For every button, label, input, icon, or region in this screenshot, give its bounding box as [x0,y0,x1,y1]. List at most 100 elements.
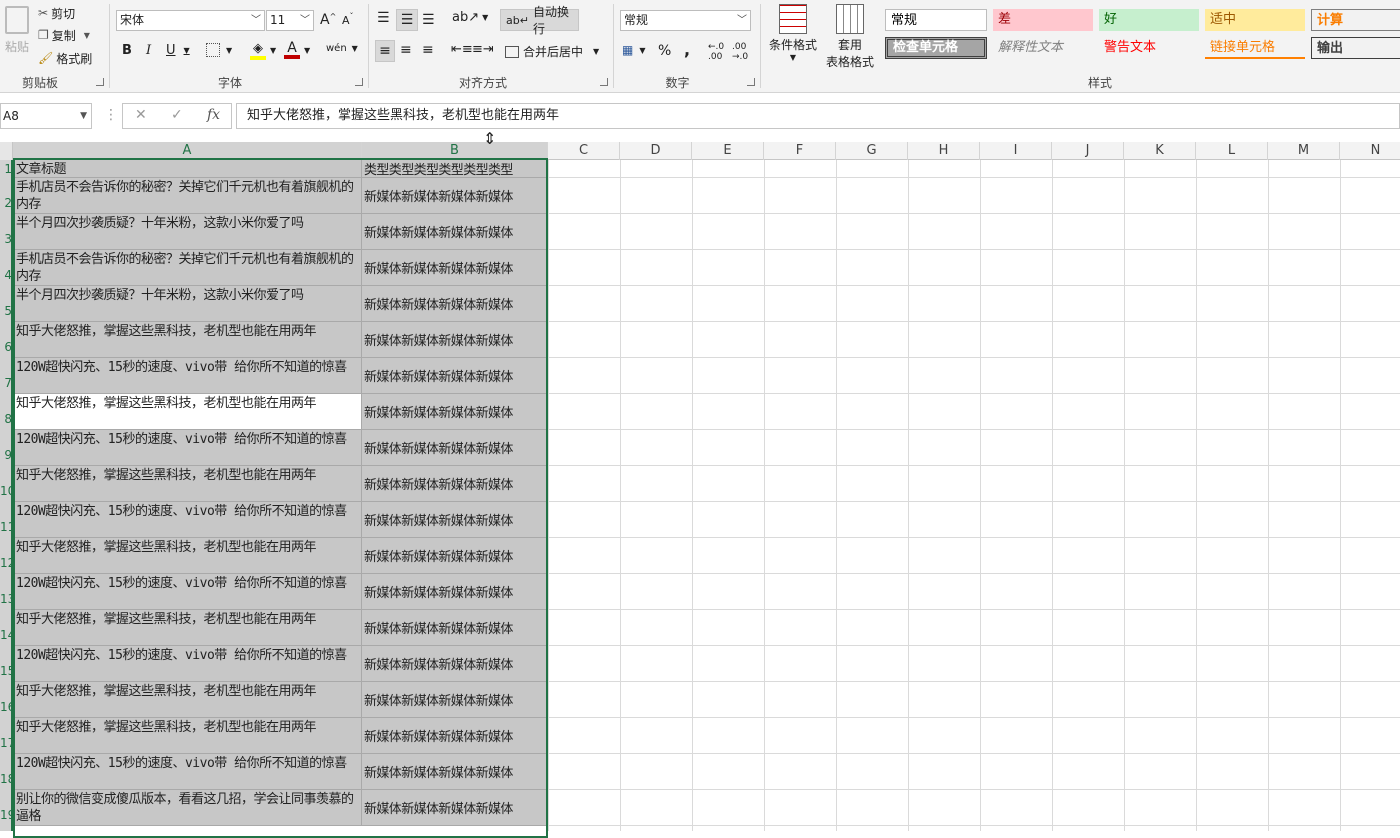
cell-style-chip[interactable]: 解释性文本 [993,37,1093,59]
cell-b[interactable]: 新媒体新媒体新媒体新媒体 [362,754,548,790]
font-launcher-icon[interactable] [355,78,363,86]
column-header-j[interactable]: J [1052,142,1124,160]
cell-style-chip[interactable]: 常规 [885,9,987,31]
number-launcher-icon[interactable] [747,78,755,86]
column-header-d[interactable]: D [620,142,692,160]
percent-button[interactable]: % [658,43,671,59]
font-color-dropdown[interactable]: ▼ [304,46,310,55]
column-header-a[interactable]: A [13,142,362,160]
column-header-e[interactable]: E [692,142,764,160]
align-center-button[interactable]: ≡ [400,42,412,58]
cancel-icon[interactable]: ✕ [135,107,147,123]
column-header-b[interactable]: B [362,142,548,160]
cell-style-chip[interactable]: 链接单元格 [1205,37,1305,59]
row-header[interactable]: 10 [0,466,11,502]
row-header[interactable]: 1 [0,160,11,178]
font-color-button[interactable]: A [284,41,300,59]
row-header[interactable]: 18 [0,754,11,790]
row-header[interactable]: 2 [0,178,11,214]
increase-decimal-button[interactable]: ←.0.00 [708,42,724,62]
row-header[interactable]: 12 [0,538,11,574]
font-size-select[interactable]: 11 ﹀ [266,10,314,31]
cell-b[interactable]: 新媒体新媒体新媒体新媒体 [362,718,548,754]
align-right-button[interactable]: ≡ [422,42,434,58]
cell-a[interactable]: 知乎大佬怒推，掌握这些黑科技，老机型也能在用两年 [13,394,362,430]
row-header[interactable]: 16 [0,682,11,718]
column-header-h[interactable]: H [908,142,980,160]
cell-a[interactable]: 别让你的微信变成傻瓜版本，看看这几招，学会让同事羡慕的逼格 [13,790,362,826]
shrink-font-button[interactable]: Aˇ [342,12,354,27]
align-bottom-button[interactable]: ☰ [422,12,435,28]
cell-b[interactable]: 新媒体新媒体新媒体新媒体 [362,178,548,214]
cell-b[interactable]: 新媒体新媒体新媒体新媒体 [362,574,548,610]
column-header-l[interactable]: L [1196,142,1268,160]
format-as-table-button[interactable]: 套用 表格格式 [820,4,880,70]
cell-grid[interactable]: 文章标题 类型类型类型类型类型类型 手机店员不会告诉你的秘密？关掉它们千元机也有着旗… [13,160,1400,831]
format-painter-button[interactable]: 🖌 格式刷 [38,49,92,67]
column-header-i[interactable]: I [980,142,1052,160]
cut-button[interactable]: ✂ 剪切 [38,4,75,22]
conditional-formatting-button[interactable]: 条件格式 ▼ [766,4,820,62]
cell-a[interactable]: 知乎大佬怒推，掌握这些黑科技，老机型也能在用两年 [13,610,362,646]
cell-a[interactable]: 知乎大佬怒推，掌握这些黑科技，老机型也能在用两年 [13,538,362,574]
column-header-c[interactable]: C [548,142,620,160]
cell-style-chip[interactable]: 适中 [1205,9,1305,31]
fill-color-dropdown[interactable]: ▼ [270,46,276,55]
name-box[interactable]: A8 ▼ [0,103,92,129]
alignment-launcher-icon[interactable] [600,78,608,86]
row-header[interactable]: 15 [0,646,11,682]
align-left-button[interactable]: ≡ [375,40,395,62]
row-header[interactable]: 19 [0,790,11,826]
cell-b[interactable]: 新媒体新媒体新媒体新媒体 [362,682,548,718]
fill-color-button[interactable]: ◈ [250,41,266,60]
phonetic-button[interactable]: wén ▼ [326,43,358,54]
cell-b[interactable]: 新媒体新媒体新媒体新媒体 [362,610,548,646]
cell-a[interactable]: 知乎大佬怒推，掌握这些黑科技，老机型也能在用两年 [13,682,362,718]
border-button[interactable]: ▼ [206,43,232,57]
cell-b[interactable]: 新媒体新媒体新媒体新媒体 [362,214,548,250]
column-header-m[interactable]: M [1268,142,1340,160]
italic-button[interactable]: I [146,43,151,58]
enter-icon[interactable]: ✓ [171,107,183,123]
decrease-decimal-button[interactable]: .00 →.0 [732,42,748,62]
cell-b[interactable]: 新媒体新媒体新媒体新媒体 [362,250,548,286]
cell-a[interactable]: 手机店员不会告诉你的秘密？关掉它们千元机也有着旗舰机的内存 [13,250,362,286]
column-header-k[interactable]: K [1124,142,1196,160]
cell-a[interactable]: 知乎大佬怒推，掌握这些黑科技，老机型也能在用两年 [13,466,362,502]
accounting-format-button[interactable]: ▦ ▼ [622,43,646,57]
row-header[interactable]: 4 [0,250,11,286]
row-header[interactable]: 17 [0,718,11,754]
cell-style-chip[interactable]: 警告文本 [1099,37,1199,59]
cell-a[interactable]: 半个月四次抄袭质疑？十年米粉，这款小米你爱了吗 [13,214,362,250]
cell-b[interactable]: 新媒体新媒体新媒体新媒体 [362,646,548,682]
increase-indent-button[interactable]: ≡⇥ [472,42,494,57]
cell-b[interactable]: 新媒体新媒体新媒体新媒体 [362,790,548,826]
cell-a[interactable]: 手机店员不会告诉你的秘密？关掉它们千元机也有着旗舰机的内存 [13,178,362,214]
copy-button[interactable]: ❐ 复制 ▼ [38,26,90,44]
cell-style-chip[interactable]: 检查单元格 [885,37,987,59]
cell-b[interactable]: 新媒体新媒体新媒体新媒体 [362,322,548,358]
cell-b[interactable]: 类型类型类型类型类型类型 [362,160,548,178]
paste-button[interactable]: 粘贴 [0,4,34,66]
row-header[interactable]: 5 [0,286,11,322]
cell-a[interactable]: 120W超快闪充、15秒的速度、vivo带 给你所不知道的惊喜 [13,358,362,394]
cell-a[interactable]: 120W超快闪充、15秒的速度、vivo带 给你所不知道的惊喜 [13,754,362,790]
column-header-g[interactable]: G [836,142,908,160]
row-header[interactable]: 7 [0,358,11,394]
cell-a[interactable]: 120W超快闪充、15秒的速度、vivo带 给你所不知道的惊喜 [13,646,362,682]
row-header[interactable]: 8 [0,394,11,430]
clipboard-launcher-icon[interactable] [96,78,104,86]
comma-button[interactable]: , [684,40,690,59]
cell-a[interactable]: 知乎大佬怒推，掌握这些黑科技，老机型也能在用两年 [13,322,362,358]
select-all-corner[interactable] [0,142,13,160]
cell-style-chip[interactable]: 差 [993,9,1093,31]
cell-style-chip[interactable]: 输出 [1311,37,1400,59]
column-header-n[interactable]: N [1340,142,1400,160]
column-header-f[interactable]: F [764,142,836,160]
cell-style-chip[interactable]: 计算 [1311,9,1400,31]
align-top-button[interactable]: ☰ [377,10,390,26]
row-header[interactable]: 9 [0,430,11,466]
row-header[interactable]: 14 [0,610,11,646]
cell-b[interactable]: 新媒体新媒体新媒体新媒体 [362,502,548,538]
merge-center-button[interactable]: 合并后居中 ▼ [505,43,599,60]
